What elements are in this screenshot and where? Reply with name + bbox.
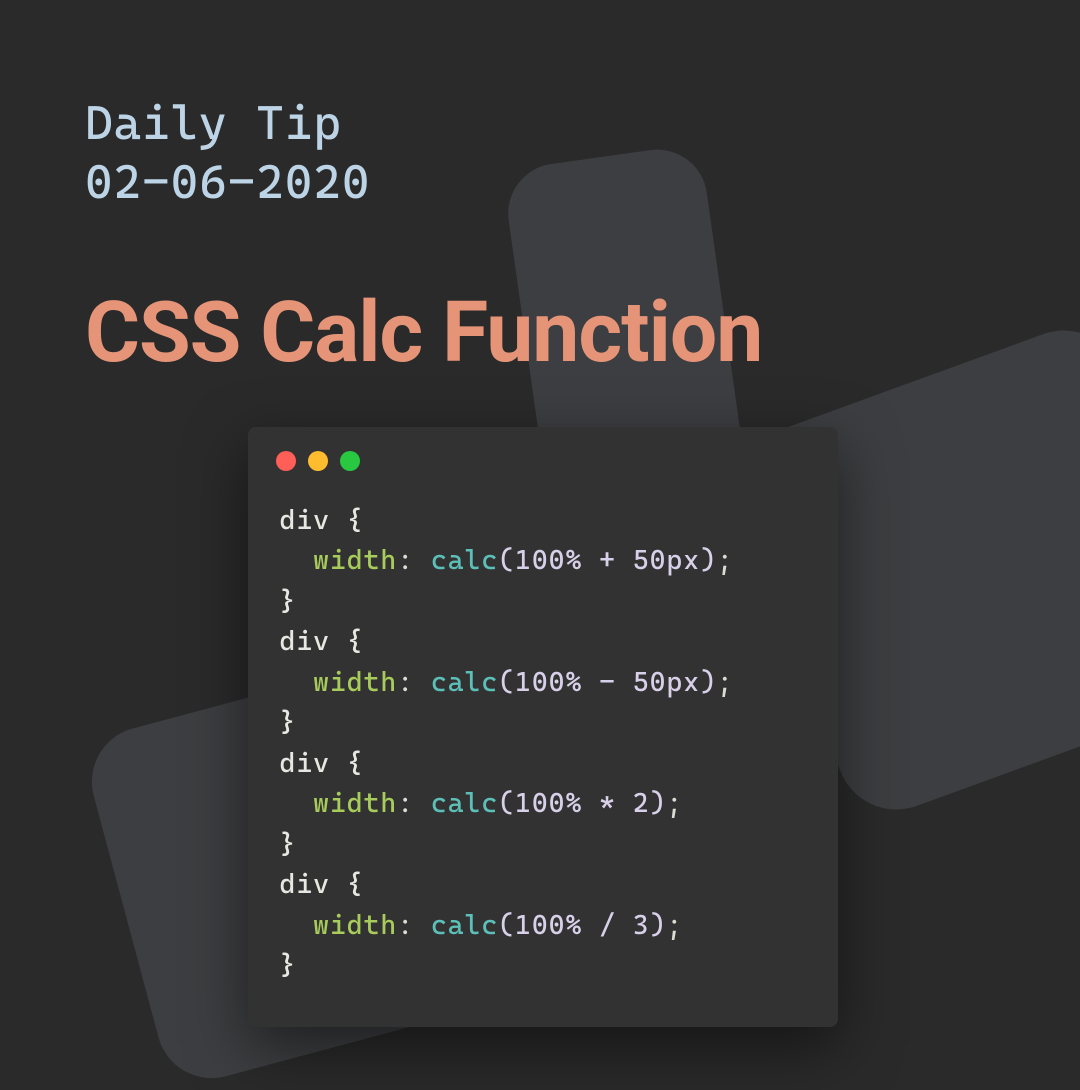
subtitle-line-2: 02-06-2020	[85, 154, 1000, 213]
subtitle: Daily Tip 02-06-2020	[85, 95, 1000, 213]
content-area: Daily Tip 02-06-2020 CSS Calc Function d…	[0, 0, 1080, 1027]
maximize-icon	[340, 451, 360, 471]
minimize-icon	[308, 451, 328, 471]
code-content: div { width: calc(100% + 50px); } div { …	[248, 481, 838, 1027]
page-title: CSS Calc Function	[85, 283, 1000, 382]
window-controls	[248, 427, 838, 481]
subtitle-line-1: Daily Tip	[85, 95, 1000, 154]
code-window: div { width: calc(100% + 50px); } div { …	[248, 427, 838, 1027]
close-icon	[276, 451, 296, 471]
